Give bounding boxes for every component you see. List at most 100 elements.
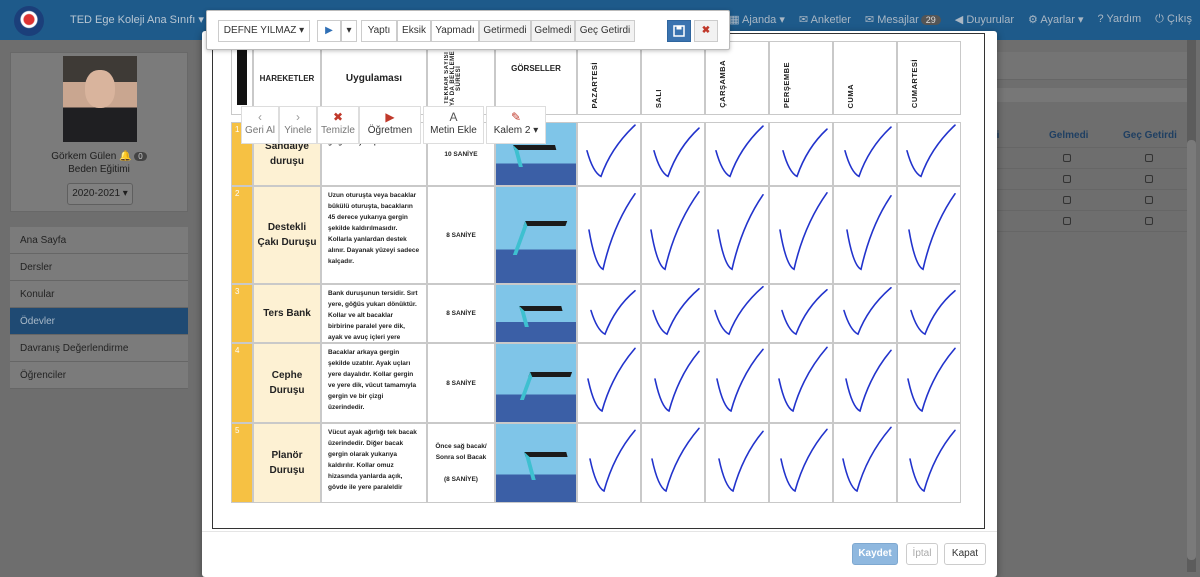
- nav-item[interactable]: ✉ Anketler: [799, 13, 851, 26]
- check-mark: [781, 288, 828, 336]
- check-mark: [843, 286, 892, 336]
- check-mark: [590, 289, 636, 336]
- left-menu-item[interactable]: Ödevler: [10, 308, 188, 335]
- school-name[interactable]: TED Ege Koleji Ana Sınıfı ▾: [70, 13, 204, 26]
- check-mark: [778, 346, 828, 413]
- check-mark: [652, 287, 700, 336]
- left-menu-item[interactable]: Dersler: [10, 254, 188, 281]
- nav-item-label: Mesajlar: [877, 14, 919, 26]
- check-mark: [651, 427, 700, 493]
- bg-col-header: Gelmedi: [1049, 130, 1089, 141]
- status-button[interactable]: Getirmedi: [479, 20, 531, 42]
- modal-footer: Kaydet İptal Kapat: [202, 531, 997, 577]
- nav-item-label: Yardım: [1106, 13, 1142, 25]
- checkbox[interactable]: [1145, 175, 1153, 183]
- bg-table-header-row: edi Gelmedi Geç Getirdi: [985, 130, 1190, 148]
- bg-table-header-bar: [985, 88, 1190, 102]
- checkbox[interactable]: [1145, 196, 1153, 204]
- save-button[interactable]: Kaydet: [852, 543, 898, 565]
- bg-table-row: [985, 169, 1190, 190]
- drawing-tool-icon: A: [449, 110, 458, 124]
- chat-icon: ✉: [798, 14, 811, 26]
- student-select[interactable]: DEFNE YILMAZ ▾: [218, 20, 310, 42]
- nav-item-label: Ayarlar ▾: [1040, 14, 1084, 26]
- drawing-tool-label: Geri Al: [244, 125, 275, 136]
- check-mark: [908, 193, 956, 271]
- left-menu-item[interactable]: Konular: [10, 281, 188, 308]
- profile-card: Görkem Gülen 🔔 0 Beden Eğitimi 2020-2021…: [10, 52, 188, 212]
- check-mark: [907, 347, 956, 413]
- page-scrollbar-thumb[interactable]: [1187, 140, 1196, 560]
- school-logo[interactable]: [14, 6, 44, 36]
- bell-icon[interactable]: 🔔: [119, 151, 131, 162]
- profile-name: Görkem Gülen: [51, 151, 117, 162]
- check-mark: [650, 191, 700, 271]
- check-mark: [716, 348, 764, 413]
- top-nav-items: ▦ Ajanda ▾ ✉ Anketler ✉ Mesajlar 29 ◀ Duyuru…: [729, 13, 1192, 26]
- left-menu-item[interactable]: Öğrenciler: [10, 362, 188, 389]
- drawing-tool-button[interactable]: A Metin Ekle: [423, 106, 484, 144]
- calendar-icon: ▦: [729, 14, 743, 26]
- check-mark: [909, 429, 956, 493]
- nav-item[interactable]: ▦ Ajanda ▾: [729, 13, 785, 26]
- status-toolbar: DEFNE YILMAZ ▾ ▶ ▾ Yaptı Eksik Yapmadı Geti…: [206, 10, 730, 50]
- status-button[interactable]: Gelmedi: [531, 20, 575, 42]
- drawing-tool-icon: ✖: [332, 110, 344, 124]
- nav-item[interactable]: ? Yardım: [1098, 13, 1142, 26]
- drawing-tool-icon: ✎: [510, 110, 522, 124]
- background-table: edi Gelmedi Geç Getirdi: [985, 52, 1190, 252]
- status-button[interactable]: Geç Getirdi: [575, 20, 635, 42]
- checkbox[interactable]: [1063, 196, 1071, 204]
- check-mark: [588, 193, 636, 271]
- check-mark: [844, 126, 892, 178]
- drawing-tool-button[interactable]: ‹ Geri Al: [241, 106, 279, 144]
- check-mark: [586, 124, 636, 178]
- drawing-tool-button[interactable]: ▶ Öğretmen: [359, 106, 421, 144]
- bg-table-row: [985, 211, 1190, 232]
- check-mark: [654, 350, 700, 413]
- close-button[interactable]: Kapat: [944, 543, 986, 565]
- checkbox[interactable]: [1063, 217, 1071, 225]
- drawing-tool-button[interactable]: ✖ Temizle: [317, 106, 359, 144]
- check-mark: [779, 192, 828, 271]
- checkbox[interactable]: [1063, 175, 1071, 183]
- check-mark: [845, 349, 892, 413]
- floppy-icon[interactable]: [667, 20, 691, 42]
- drawing-tool-icon: ▶: [385, 110, 395, 124]
- profile-name-row: Görkem Gülen 🔔 0: [11, 151, 187, 162]
- left-menu-item[interactable]: Ana Sayfa: [10, 227, 188, 254]
- cancel-button[interactable]: İptal: [906, 543, 938, 565]
- bg-col-header: Geç Getirdi: [1123, 130, 1177, 141]
- check-mark: [782, 128, 828, 178]
- nav-item[interactable]: ◀ Duyurular: [955, 13, 1014, 26]
- checkbox[interactable]: [1145, 217, 1153, 225]
- play-icon[interactable]: ▶: [317, 20, 341, 42]
- megaphone-icon: ◀: [954, 14, 967, 26]
- nav-item[interactable]: ⏻ Çıkış: [1155, 13, 1192, 26]
- checkbox[interactable]: [1145, 154, 1153, 162]
- checkbox[interactable]: [1063, 154, 1071, 162]
- year-select[interactable]: 2020-2021 ▾: [67, 183, 133, 205]
- check-mark: [714, 285, 764, 336]
- floppy-icon-svg: [673, 25, 685, 37]
- nav-item[interactable]: ✉ Mesajlar 29: [865, 13, 941, 26]
- status-button[interactable]: Eksik: [397, 20, 431, 42]
- drawing-tool-label: Öğretmen: [367, 125, 413, 136]
- check-mark: [717, 194, 764, 271]
- check-mark: [718, 430, 764, 493]
- check-mark: [587, 347, 636, 413]
- nav-item-label: Çıkış: [1166, 13, 1192, 25]
- nav-item-label: Anketler: [810, 14, 851, 26]
- drawing-tool-button[interactable]: ✎ Kalem 2 ▾: [486, 106, 546, 144]
- drawing-tool-button[interactable]: › Yinele: [279, 106, 317, 144]
- close-icon[interactable]: ✖: [694, 20, 718, 42]
- status-button[interactable]: Yaptı: [361, 20, 397, 42]
- nav-item-label: Duyurular: [966, 14, 1014, 26]
- nav-item[interactable]: ⚙ Ayarlar ▾: [1028, 13, 1084, 26]
- left-menu-item[interactable]: Davranış Değerlendirme: [10, 335, 188, 362]
- status-button[interactable]: Yapmadı: [431, 20, 479, 42]
- play-dropdown[interactable]: ▾: [341, 20, 357, 42]
- check-mark: [589, 429, 636, 493]
- bg-table-row: [985, 148, 1190, 169]
- check-mark: [906, 124, 956, 178]
